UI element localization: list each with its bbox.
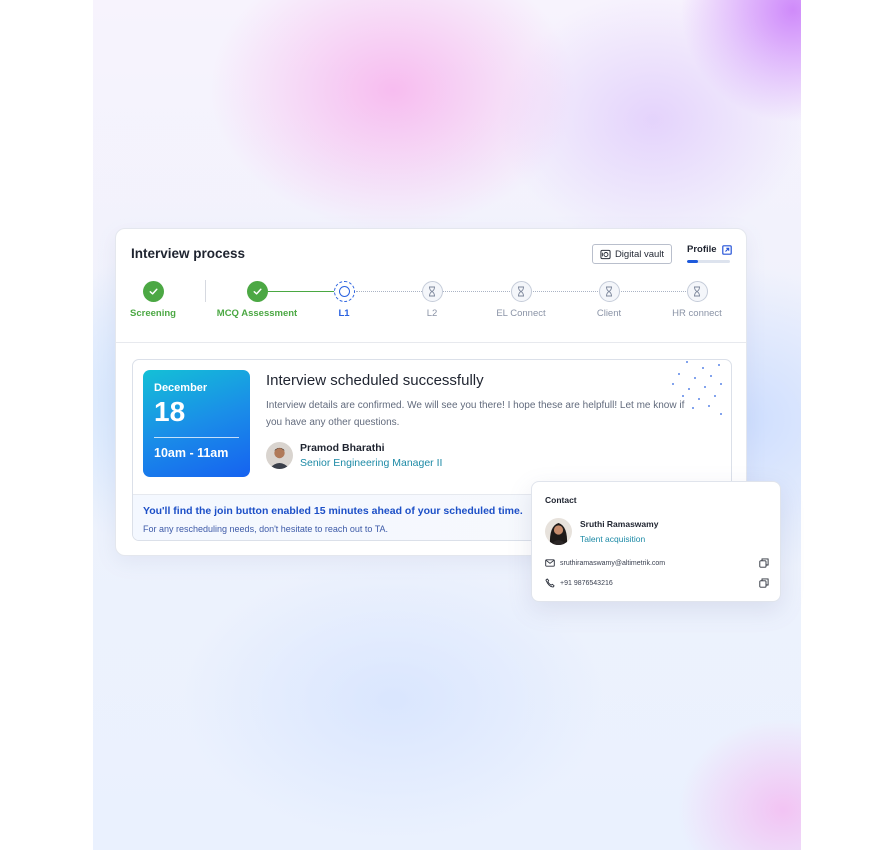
phone-icon <box>545 578 555 588</box>
date-divider <box>154 436 239 438</box>
step-el-connect[interactable]: EL Connect <box>471 281 571 319</box>
section-divider <box>116 342 746 343</box>
step-l1[interactable]: L1 <box>294 281 394 319</box>
vault-icon <box>600 249 611 259</box>
decorative-dots <box>672 361 722 415</box>
contact-card: Contact Sruthi Ramaswamy Talent acquisit… <box>531 481 781 602</box>
contact-phone: +91 9876543216 <box>560 579 613 587</box>
hourglass-icon <box>598 281 620 302</box>
date-month: December <box>154 382 208 394</box>
contact-name: Sruthi Ramaswamy <box>580 519 659 529</box>
check-icon <box>142 281 164 302</box>
hourglass-icon <box>421 281 443 302</box>
contact-email: sruthiramaswamy@altimetrik.com <box>560 559 666 567</box>
date-day: 18 <box>154 396 186 427</box>
digital-vault-button[interactable]: Digital vault <box>592 244 672 264</box>
step-label: Client <box>596 308 622 319</box>
profile-label: Profile <box>687 244 717 255</box>
step-client[interactable]: Client <box>559 281 659 319</box>
interview-stepper: Screening MCQ Assessment L1 L2 EL Connect Cli… <box>116 280 748 325</box>
schedule-description: Interview details are confirmed. We will… <box>266 400 685 428</box>
date-time: 10am - 11am <box>154 445 229 460</box>
mail-icon <box>545 559 555 567</box>
date-badge: December 18 10am - 11am <box>143 370 250 477</box>
copy-email-icon[interactable] <box>759 558 769 568</box>
contact-person: Sruthi Ramaswamy Talent acquisition <box>545 518 658 545</box>
interviewer-avatar <box>266 442 293 469</box>
contact-role: Talent acquisition <box>580 534 646 544</box>
interviewer-name: Pramod Bharathi <box>300 442 385 454</box>
step-label: MCQ Assessment <box>216 308 298 319</box>
in-progress-icon <box>333 281 355 302</box>
interviewer: Pramod Bharathi Senior Engineering Manag… <box>266 442 442 469</box>
profile-completion-fill <box>687 260 698 263</box>
step-label: EL Connect <box>496 308 546 319</box>
external-link-icon <box>721 244 732 255</box>
hourglass-icon <box>510 281 532 302</box>
profile-link[interactable]: Profile <box>687 244 732 255</box>
profile-completion-bar <box>687 260 730 263</box>
check-icon <box>246 281 268 302</box>
digital-vault-label: Digital vault <box>614 248 665 260</box>
contact-phone-row: +91 9876543216 <box>545 578 769 588</box>
contact-email-row: sruthiramaswamy@altimetrik.com <box>545 558 769 568</box>
step-label: L2 <box>426 308 438 319</box>
step-label: HR connect <box>672 308 722 319</box>
contact-header: Contact <box>545 495 577 505</box>
copy-phone-icon[interactable] <box>759 578 769 588</box>
hourglass-icon <box>686 281 708 302</box>
step-label: Screening <box>130 308 176 319</box>
step-label: L1 <box>338 308 350 319</box>
stepper-divider <box>205 280 206 302</box>
step-screening[interactable]: Screening <box>103 281 203 319</box>
step-mcq-assessment[interactable]: MCQ Assessment <box>207 281 307 319</box>
contact-avatar <box>545 518 572 545</box>
interviewer-role: Senior Engineering Manager II <box>300 457 443 469</box>
card-title: Interview process <box>131 246 246 261</box>
step-l2[interactable]: L2 <box>382 281 482 319</box>
schedule-title: Interview scheduled successfully <box>266 372 484 389</box>
step-hr-connect[interactable]: HR connect <box>647 281 747 319</box>
